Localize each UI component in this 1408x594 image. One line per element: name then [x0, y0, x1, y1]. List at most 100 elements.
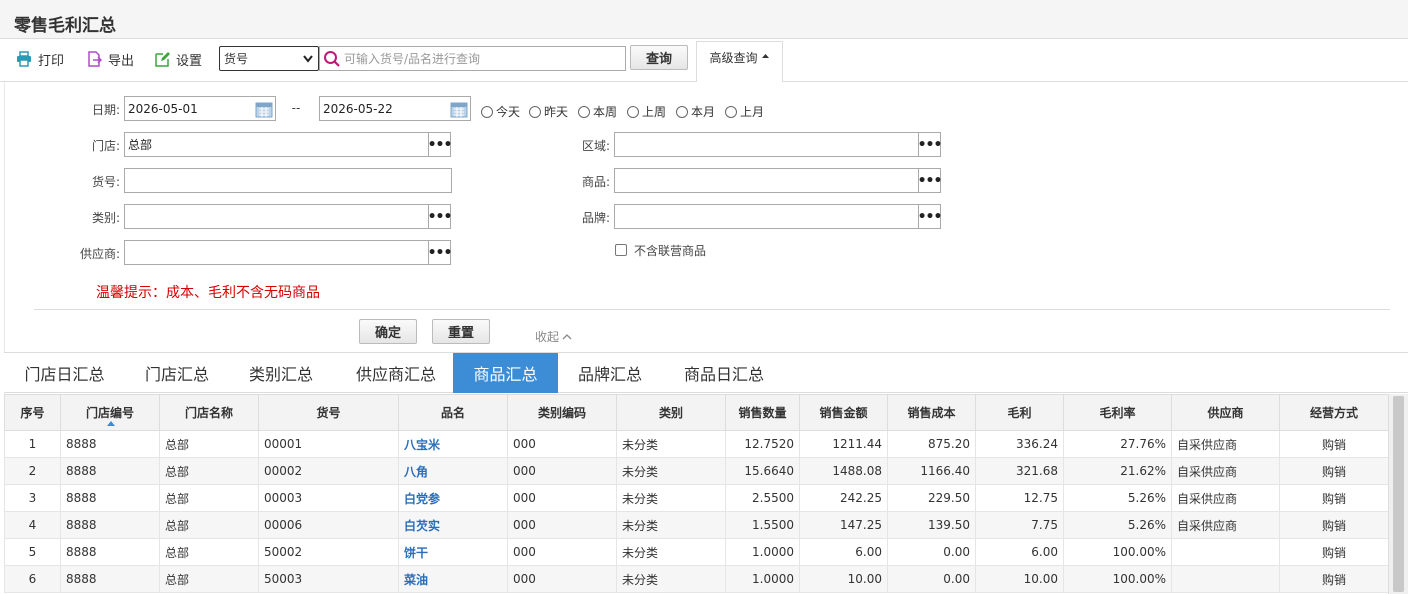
- column-header[interactable]: 类别编码: [507, 394, 617, 431]
- category-input[interactable]: [124, 204, 429, 229]
- supplier-input[interactable]: [124, 240, 429, 265]
- column-header[interactable]: 门店名称: [159, 394, 259, 431]
- table-cell: 未分类: [616, 457, 726, 485]
- summary-tabs: 门店日汇总 门店汇总 类别汇总 供应商汇总 商品汇总 品牌汇总 商品日汇总: [4, 352, 1408, 393]
- calendar-icon[interactable]: [255, 100, 273, 118]
- table-row[interactable]: 3 8888 总部 00003 白党参 000 未分类 2.5500 242.25 229.50 1…: [4, 484, 1389, 512]
- radio-this-week[interactable]: 本周: [578, 103, 617, 120]
- store-label: 门店:: [91, 139, 120, 153]
- table-row[interactable]: 1 8888 总部 00001 八宝米 000 未分类 12.7520 1211.44 875.2…: [4, 430, 1389, 458]
- product-input[interactable]: [614, 168, 919, 193]
- table-cell: 8888: [60, 430, 160, 458]
- table-cell: 总部: [159, 511, 259, 539]
- radio-circle: [627, 105, 639, 118]
- search-box: [319, 46, 626, 71]
- table-cell: 购销: [1279, 538, 1389, 566]
- product-name-link[interactable]: 饼干: [398, 538, 508, 566]
- column-header[interactable]: 经营方式: [1279, 394, 1389, 431]
- region-label: 区域:: [581, 139, 610, 153]
- store-input[interactable]: 总部: [124, 132, 429, 157]
- radio-this-month[interactable]: 本月: [676, 103, 715, 120]
- tab-supplier[interactable]: 供应商汇总: [340, 353, 452, 393]
- store-picker-button[interactable]: •••: [428, 132, 452, 157]
- table-cell: 875.20: [887, 430, 976, 458]
- table-row[interactable]: 4 8888 总部 00006 白芡实 000 未分类 1.5500 147.25 139.50 7…: [4, 511, 1389, 539]
- product-name-link[interactable]: 白党参: [398, 484, 508, 512]
- column-header-label: 门店编号: [85, 406, 134, 420]
- region-input[interactable]: [614, 132, 919, 157]
- product-name-link[interactable]: 菜油: [398, 565, 508, 593]
- export-button[interactable]: 导出: [86, 48, 134, 70]
- product-name-link[interactable]: 八宝米: [398, 430, 508, 458]
- table-cell: 12.7520: [725, 430, 800, 458]
- category-picker-button[interactable]: •••: [427, 204, 453, 229]
- column-header[interactable]: 类别: [616, 394, 726, 431]
- tab-brand[interactable]: 品牌汇总: [561, 353, 659, 393]
- search-field-select[interactable]: 货号: [219, 46, 319, 71]
- table-cell: 1.0000: [725, 565, 800, 593]
- table-row[interactable]: 5 8888 总部 50002 饼干 000 未分类 1.0000 6.00 0.00 6.00 10…: [4, 538, 1389, 566]
- table-cell: 229.50: [887, 484, 976, 512]
- vertical-scrollbar[interactable]: [1388, 394, 1408, 594]
- table-cell: 1.0000: [725, 538, 800, 566]
- column-header[interactable]: 销售金额: [799, 394, 888, 431]
- radio-label: 上月: [740, 105, 765, 119]
- table-cell: 6.00: [975, 538, 1064, 566]
- settings-button[interactable]: 设置: [154, 48, 202, 70]
- scrollbar-thumb[interactable]: [1393, 396, 1404, 592]
- tab-store[interactable]: 门店汇总: [128, 353, 226, 393]
- tab-store-daily[interactable]: 门店日汇总: [12, 353, 117, 393]
- export-icon: [88, 51, 102, 67]
- table-cell: 6.00: [799, 538, 888, 566]
- table-cell: 总部: [159, 538, 259, 566]
- radio-label: 昨天: [544, 105, 569, 119]
- table-cell: 50003: [258, 565, 399, 593]
- column-header[interactable]: 货号: [258, 394, 399, 431]
- collapse-toggle[interactable]: 收起: [535, 328, 572, 345]
- radio-last-week[interactable]: 上周: [627, 103, 666, 120]
- query-button[interactable]: 查询: [630, 45, 688, 70]
- table-cell: 139.50: [887, 511, 976, 539]
- table-cell: 000: [507, 511, 617, 539]
- radio-yesterday[interactable]: 昨天: [529, 103, 568, 120]
- product-name-link[interactable]: 白芡实: [398, 511, 508, 539]
- column-header[interactable]: 序号: [4, 394, 61, 431]
- column-header[interactable]: 销售成本: [887, 394, 976, 431]
- column-header[interactable]: 门店编号: [60, 394, 160, 431]
- product-picker-button[interactable]: •••: [918, 168, 942, 193]
- product-name-link[interactable]: 八角: [398, 457, 508, 485]
- tab-product-daily[interactable]: 商品日汇总: [668, 353, 780, 393]
- radio-last-month[interactable]: 上月: [725, 103, 764, 120]
- supplier-picker-button[interactable]: •••: [428, 240, 452, 265]
- brand-picker-button[interactable]: •••: [918, 204, 942, 229]
- date-to-input[interactable]: 2026-05-22: [319, 96, 471, 121]
- search-input[interactable]: [344, 48, 614, 69]
- table-cell: 242.25: [799, 484, 888, 512]
- date-from-input[interactable]: 2026-05-01: [124, 96, 276, 121]
- print-button[interactable]: 打印: [16, 48, 64, 70]
- table-cell: 总部: [159, 565, 259, 593]
- table-cell: 7.75: [975, 511, 1064, 539]
- region-picker-button[interactable]: •••: [918, 132, 942, 157]
- column-header[interactable]: 供应商: [1171, 394, 1280, 431]
- sku-input[interactable]: [124, 168, 452, 193]
- advanced-query-tab[interactable]: 高级查询: [696, 41, 783, 82]
- edit-icon: [155, 52, 170, 67]
- radio-today[interactable]: 今天: [481, 103, 520, 120]
- column-header[interactable]: 品名: [398, 394, 508, 431]
- table-row[interactable]: 6 8888 总部 50003 菜油 000 未分类 1.0000 10.00 0.00 10.00…: [4, 565, 1389, 593]
- column-header[interactable]: 毛利率: [1063, 394, 1172, 431]
- table-cell: 000: [507, 457, 617, 485]
- table-row[interactable]: 2 8888 总部 00002 八角 000 未分类 15.6640 1488.08 1166.4…: [4, 457, 1389, 485]
- exclude-joint-checkbox[interactable]: [615, 244, 627, 256]
- more-icon: •••: [427, 208, 453, 225]
- tab-category[interactable]: 类别汇总: [232, 353, 330, 393]
- column-header[interactable]: 毛利: [975, 394, 1064, 431]
- tab-product[interactable]: 商品汇总: [453, 353, 558, 393]
- brand-input[interactable]: [614, 204, 919, 229]
- confirm-button[interactable]: 确定: [359, 319, 417, 344]
- calendar-icon[interactable]: [450, 100, 468, 118]
- column-header[interactable]: 销售数量: [725, 394, 800, 431]
- table-cell: 5.26%: [1063, 511, 1172, 539]
- reset-button[interactable]: 重置: [432, 319, 490, 344]
